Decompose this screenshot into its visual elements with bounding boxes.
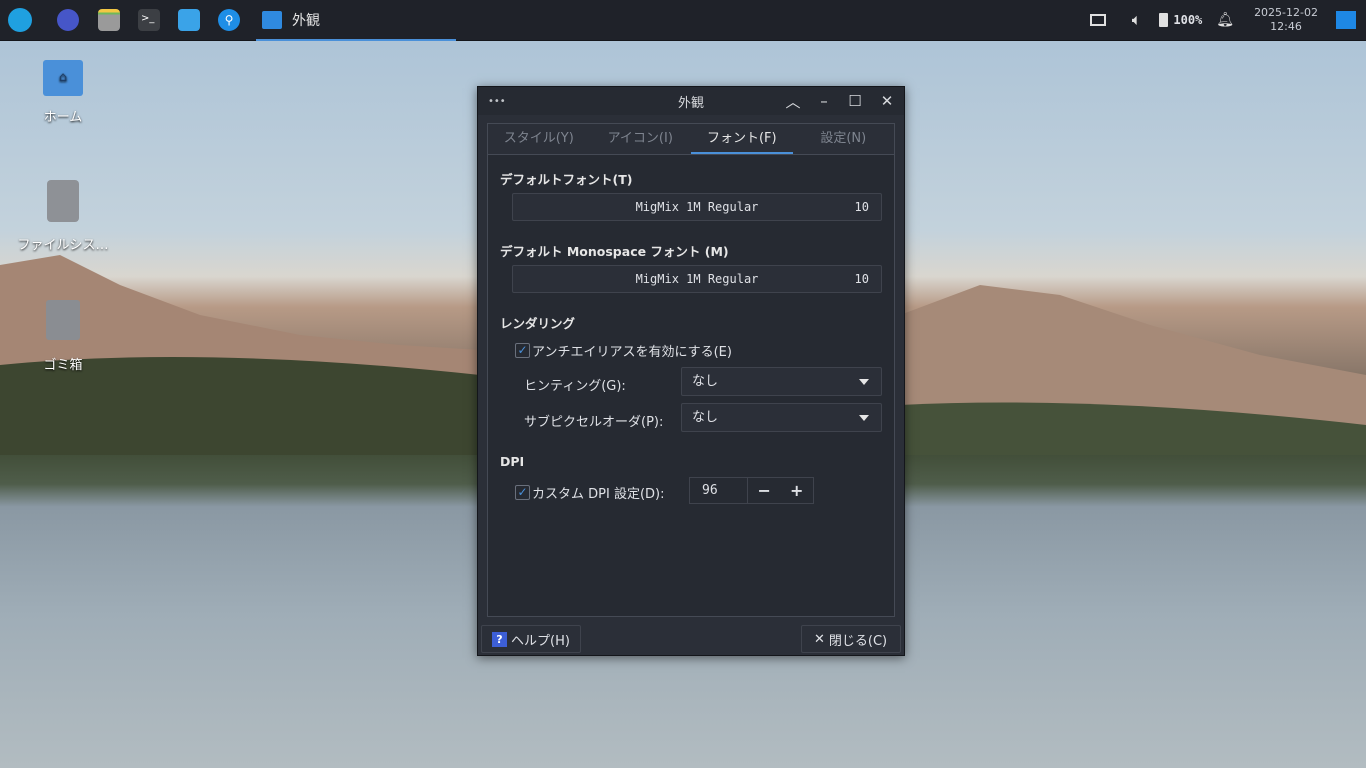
file-manager-icon[interactable] [98,9,120,31]
custom-dpi-checkbox[interactable]: ✓ カスタム DPI 設定(D): [515,483,664,502]
desktop-icon-label: ファイルシス… [17,238,109,253]
help-button[interactable]: ? ヘルプ(H) [481,625,581,653]
default-font-button[interactable]: MigMix 1M Regular 10 [512,193,882,221]
taskbar: >_ ⚲ 外観 🔈︎ 100% 🔔︎ 2025-12-02 12:46 [0,0,1366,41]
font-name: MigMix 1M Regular [635,272,759,286]
show-desktop-button[interactable] [1336,11,1356,29]
tab-panel: スタイル(Y) アイコン(I) フォント(F) 設定(N) デフォルトフォント(… [487,123,895,617]
browser-icon[interactable] [57,9,79,31]
dpi-spinbox[interactable]: 96 − + [689,477,814,504]
battery-percent: 100% [1173,13,1203,27]
home-folder-icon: ⌂ [43,60,83,96]
chevron-down-icon [859,379,869,385]
default-font-heading: デフォルトフォント(T) [500,172,633,187]
font-size: 10 [854,200,869,214]
help-label: ヘルプ(H) [511,633,570,649]
maximize-button[interactable]: ☐ [840,87,870,115]
help-icon: ? [492,631,507,647]
close-icon: ✕ [814,631,825,647]
dpi-increment-button[interactable]: + [781,478,814,503]
desktop-icon-home[interactable]: ⌂ ホーム [15,60,111,125]
tab-style[interactable]: スタイル(Y) [488,124,590,154]
hinting-select[interactable]: なし [681,367,882,396]
checkmark-icon: ✓ [515,485,530,500]
desktop-icon-label: ホーム [43,110,83,125]
mono-font-heading: デフォルト Monospace フォント (M) [500,244,729,259]
hard-disk-icon [47,180,79,222]
chevron-down-icon [859,415,869,421]
custom-dpi-label: カスタム DPI 設定(D): [532,487,665,502]
hinting-label: ヒンティング(G): [524,379,626,394]
font-size: 10 [854,272,869,286]
close-button[interactable]: ✕ 閉じる(C) [801,625,901,653]
network-icon[interactable] [1089,14,1106,26]
subpixel-value: なし [692,410,719,425]
search-icon[interactable]: ⚲ [218,9,240,31]
tab-fonts[interactable]: フォント(F) [691,124,793,154]
appearance-app-icon [262,10,282,29]
minimize-button[interactable]: – [809,87,839,115]
desktop-icon-label: ゴミ箱 [43,358,83,373]
close-label: 閉じる(C) [828,633,888,649]
taskbar-window-appearance[interactable]: 外観 [256,0,456,41]
close-window-button[interactable]: ✕ [872,87,902,115]
dpi-value[interactable]: 96 [690,478,748,503]
desktop-icon-filesystem[interactable]: ファイルシス… [15,180,111,253]
dpi-heading: DPI [500,454,525,469]
mono-font-button[interactable]: MigMix 1M Regular 10 [512,265,882,293]
subpixel-select[interactable]: なし [681,403,882,432]
font-name: MigMix 1M Regular [635,200,759,214]
trash-icon [46,300,80,340]
subpixel-label: サブピクセルオーダ(P): [524,415,664,430]
dpi-decrement-button[interactable]: − [748,478,781,503]
notification-bell-icon[interactable]: 🔔︎ [1216,12,1234,28]
system-tray: 🔈︎ 100% 🔔︎ 2025-12-02 12:46 [1089,0,1366,40]
title-bar[interactable]: ••• 外観 ︿ – ☐ ✕ [478,87,904,115]
start-menu-icon[interactable] [8,8,32,32]
rendering-heading: レンダリング [500,316,576,331]
shade-button[interactable]: ︿ [778,87,808,115]
antialias-checkbox[interactable]: ✓ アンチエイリアスを有効にする(E) [515,341,732,360]
hinting-value: なし [692,374,719,389]
volume-icon[interactable]: 🔈︎ [1132,10,1142,30]
battery-icon[interactable] [1159,13,1169,27]
desktop-icon-trash[interactable]: ゴミ箱 [15,300,111,373]
tab-settings[interactable]: 設定(N) [793,124,895,154]
time: 12:46 [1270,20,1302,33]
date: 2025-12-02 [1254,6,1318,19]
appearance-window: ••• 外観 ︿ – ☐ ✕ スタイル(Y) アイコン(I) フォント(F) 設… [477,86,905,656]
tab-icons[interactable]: アイコン(I) [590,124,692,154]
antialias-label: アンチエイリアスを有効にする(E) [532,345,732,360]
terminal-icon[interactable]: >_ [138,9,160,31]
taskbar-window-title: 外観 [292,12,320,29]
checkmark-icon: ✓ [515,343,530,358]
store-icon[interactable] [178,9,200,31]
tab-bar: スタイル(Y) アイコン(I) フォント(F) 設定(N) [488,124,894,155]
clock[interactable]: 2025-12-02 12:46 [1254,6,1318,34]
